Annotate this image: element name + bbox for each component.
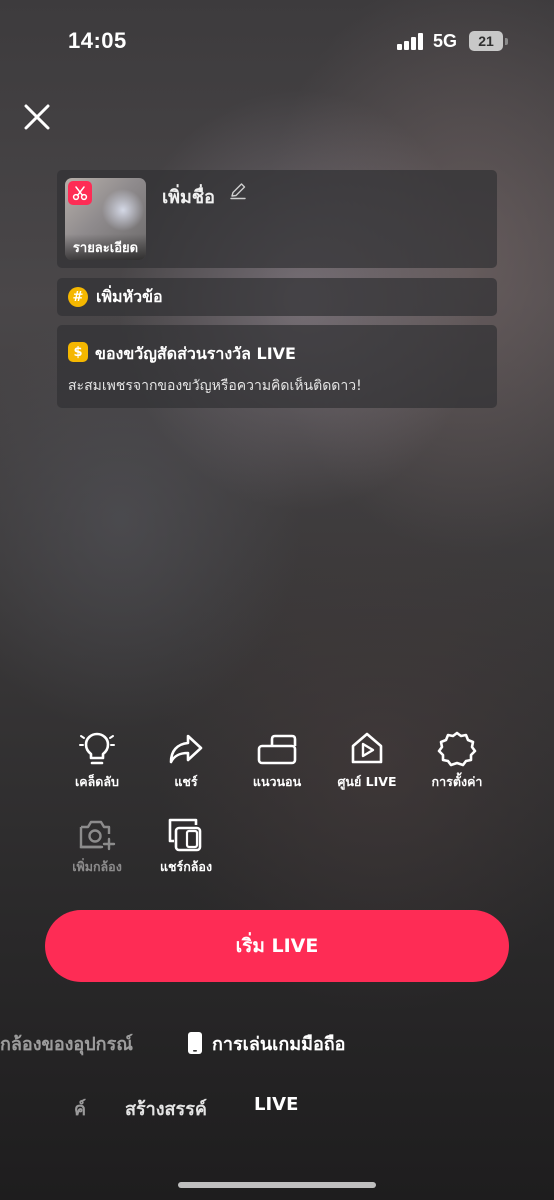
battery-icon: 21 <box>469 31 503 51</box>
gear-icon <box>437 731 477 767</box>
home-indicator <box>178 1182 376 1188</box>
coin-icon: $ <box>68 342 88 362</box>
scissors-icon[interactable] <box>68 181 92 205</box>
network-type: 5G <box>433 31 458 51</box>
settings-button[interactable]: การตั้งค่า <box>412 730 502 800</box>
share-camera-label: แชร์กล้อง <box>159 859 213 874</box>
mode-mobile-gaming-label: การเล่นเกมมือถือ <box>212 1033 346 1055</box>
hashtag-icon: # <box>68 287 88 307</box>
tab-create[interactable]: สร้างสรรค์ <box>125 1094 207 1123</box>
close-icon <box>24 104 50 130</box>
mode-device-camera[interactable]: กล้องของอุปกรณ์ <box>0 1028 133 1058</box>
tab-live[interactable]: LIVE <box>254 1094 298 1115</box>
share-label: แชร์ <box>174 774 198 789</box>
add-topic-label: เพิ่มหัวข้อ <box>96 286 163 306</box>
tips-label: เคล็ดลับ <box>74 774 119 789</box>
live-center-label: ศูนย์ LIVE <box>337 774 397 789</box>
add-title-input[interactable]: เพิ่มชื่อ <box>162 182 215 211</box>
status-time: 14:05 <box>68 28 127 53</box>
pencil-icon <box>230 183 246 200</box>
gift-subtitle: สะสมเพชรจากของขวัญหรือความคิดเห็นติดดาว! <box>68 378 362 394</box>
tips-button[interactable]: เคล็ดลับ <box>52 730 142 800</box>
landscape-button[interactable]: แนวนอน <box>232 730 322 800</box>
live-center-button[interactable]: ศูนย์ LIVE <box>322 730 412 800</box>
add-camera-label: เพิ่มกล้อง <box>72 859 122 874</box>
gift-title: ของขวัญสัดส่วนรางวัล LIVE <box>95 344 296 363</box>
title-card: รายละเอียด เพิ่มชื่อ <box>57 170 497 268</box>
mode-mobile-gaming[interactable]: การเล่นเกมมือถือ <box>187 1028 345 1058</box>
landscape-label: แนวนอน <box>252 774 302 789</box>
share-camera-button[interactable]: แชร์กล้อง <box>141 815 231 885</box>
share-arrow-icon <box>169 734 203 764</box>
battery-tip <box>505 38 508 45</box>
landscape-icon <box>257 734 297 765</box>
settings-label: การตั้งค่า <box>431 774 483 789</box>
camera-add-icon <box>79 820 116 851</box>
share-camera-icon <box>168 818 202 852</box>
signal-icon <box>397 33 425 50</box>
add-topic-row[interactable]: # เพิ่มหัวข้อ <box>57 278 497 316</box>
share-button[interactable]: แชร์ <box>141 730 231 800</box>
live-gift-card[interactable]: $ ของขวัญสัดส่วนรางวัล LIVE สะสมเพชรจากข… <box>57 325 497 408</box>
lightbulb-icon <box>79 732 115 765</box>
start-live-button[interactable]: เริ่ม LIVE <box>45 910 509 982</box>
add-camera-button[interactable]: เพิ่มกล้อง <box>52 815 142 885</box>
cover-details-label: รายละเอียด <box>65 234 146 260</box>
cover-thumbnail[interactable]: รายละเอียด <box>65 178 146 260</box>
tab-previous[interactable]: ค์ <box>74 1094 86 1123</box>
live-center-icon <box>351 732 383 764</box>
close-button[interactable] <box>22 102 52 132</box>
phone-icon <box>188 1032 202 1054</box>
